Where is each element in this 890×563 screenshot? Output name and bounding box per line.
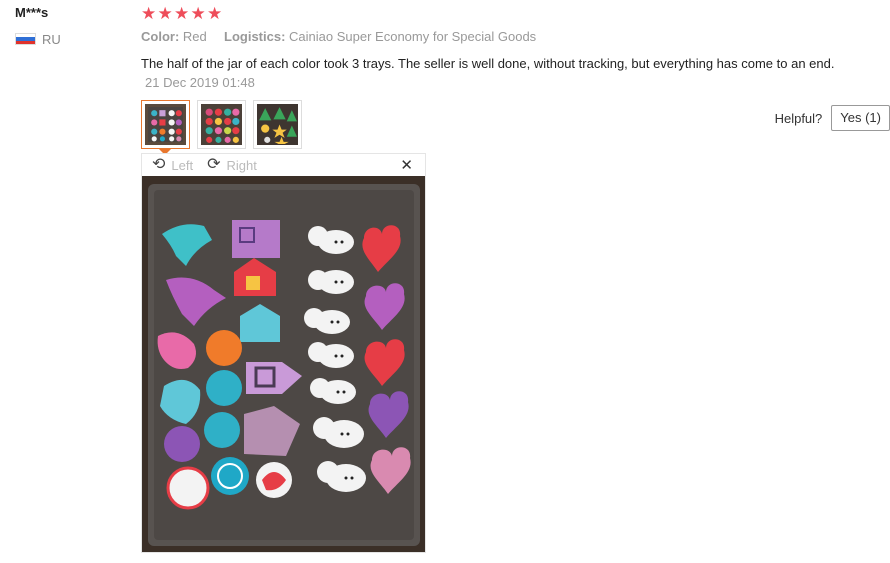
rotate-left-button[interactable]: ⟲ Left [152, 157, 193, 173]
reviewer-name: M***s [15, 5, 49, 20]
helpful-label: Helpful? [774, 110, 823, 126]
review-text: The half of the jar of each color took 3… [141, 56, 835, 71]
star-icon: ★ [157, 3, 173, 23]
review-text-block: The half of the jar of each color took 3… [141, 54, 841, 92]
photo-thumbnail-2[interactable] [197, 100, 246, 149]
rotate-right-button[interactable]: ⟳ Right [207, 157, 257, 173]
helpful-yes-button[interactable]: Yes (1) [831, 105, 890, 131]
logistics-label: Logistics: [224, 29, 286, 44]
reviewer-country: RU [15, 31, 125, 47]
viewer-toolbar: ⟲ Left ⟳ Right ✕ [142, 154, 425, 176]
russia-flag-icon [15, 33, 36, 45]
star-icon: ★ [190, 3, 206, 23]
rotate-left-icon: ⟲ [152, 156, 166, 173]
star-icon: ★ [174, 3, 190, 23]
photo-thumbnails [141, 100, 881, 155]
reviewer-info: M***s RU [15, 4, 125, 47]
star-icon: ★ [207, 3, 223, 23]
cookie-tray-thumbnail-image [201, 104, 242, 145]
cookie-tray-thumbnail-image [257, 104, 298, 145]
photo-thumbnail-1[interactable] [141, 100, 190, 155]
rotate-right-label: Right [226, 157, 257, 173]
review-attributes: Color: Red Logistics: Cainiao Super Econ… [141, 26, 881, 48]
logistics-value: Cainiao Super Economy for Special Goods [289, 29, 537, 44]
star-icon: ★ [141, 3, 157, 23]
cookie-tray-thumbnail-image [145, 104, 186, 145]
color-value: Red [182, 29, 207, 44]
country-code: RU [42, 31, 61, 47]
close-icon[interactable]: ✕ [400, 156, 413, 174]
rotate-left-label: Left [171, 157, 194, 173]
color-label: Color: [141, 29, 180, 44]
helpful-section: Helpful? Yes (1) [775, 105, 890, 131]
photo-viewer: ⟲ Left ⟳ Right ✕ [141, 153, 426, 553]
review-body: ★ ★ ★ ★ ★ Color: Red Logistics: Cainiao … [141, 0, 881, 155]
cookie-tray-photo [142, 176, 425, 552]
rotate-right-icon: ⟳ [207, 156, 221, 173]
photo-thumbnail-3[interactable] [253, 100, 302, 149]
review-date: 21 Dec 2019 01:48 [145, 75, 255, 90]
star-rating: ★ ★ ★ ★ ★ [141, 0, 881, 26]
